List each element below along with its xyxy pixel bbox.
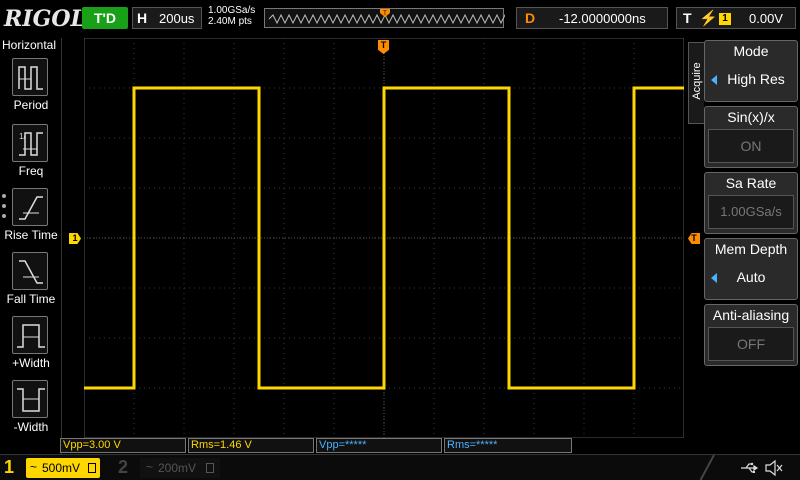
measure-rise-time-button[interactable]: Rise Time [0, 188, 62, 252]
bandwidth-limit-icon [88, 463, 96, 473]
measure-fall-time-button[interactable]: Fall Time [0, 252, 62, 316]
measurement-item[interactable]: Rms=***** [444, 438, 572, 453]
waveform-display[interactable] [84, 38, 684, 438]
ch2-settings-box[interactable]: ~ 200mV [140, 458, 220, 478]
fall-time-icon [12, 252, 48, 290]
delay-value: -12.0000000ns [559, 11, 646, 26]
speaker-muted-icon[interactable] [764, 459, 784, 477]
rising-edge-icon: ⚡ [699, 10, 718, 27]
ch2-number[interactable]: 2 [118, 457, 128, 478]
ch2-coupling-icon: ~ [146, 460, 154, 474]
timebase-value: 200us [159, 11, 195, 26]
anti-aliasing-value: OFF [708, 327, 794, 361]
rise-time-icon [12, 188, 48, 226]
trigger-level-marker[interactable]: T [688, 233, 700, 244]
acquire-menu-tab: Acquire [688, 42, 704, 124]
horizontal-timebase-box[interactable]: H 200us [132, 7, 202, 29]
freq-label: Freq [18, 164, 44, 178]
minus-width-label: -Width [13, 420, 49, 434]
trigger-level-value: 0.00V [749, 11, 783, 26]
anti-aliasing-button[interactable]: Anti-aliasing OFF [704, 304, 798, 366]
ch1-coupling-icon: ~ [30, 460, 38, 474]
ch1-scale: 500mV [42, 461, 81, 475]
plus-width-icon [12, 316, 48, 354]
waveform-graticule [84, 38, 684, 438]
trigger-label: T [683, 10, 692, 26]
acq-mode-value-text: High Res [727, 71, 785, 87]
sa-rate-value: 1.00GSa/s [708, 195, 794, 229]
bandwidth-limit-icon [206, 463, 214, 473]
ch1-offset-marker[interactable]: 1 [69, 233, 81, 244]
measure-freq-button[interactable]: 1/ Freq [0, 124, 62, 188]
select-arrow-icon [711, 75, 717, 85]
svg-text:T: T [383, 11, 387, 17]
ch1-number[interactable]: 1 [4, 457, 14, 478]
ch1-settings-box[interactable]: ~ 500mV [26, 458, 100, 478]
acq-mode-value: High Res [708, 63, 794, 97]
delay-box[interactable]: D -12.0000000ns [516, 7, 668, 29]
trigger-source-badge: 1 [719, 13, 731, 25]
mem-depth-title: Mem Depth [714, 241, 788, 257]
mem-depth-value: Auto [708, 261, 794, 295]
bar-divider-icon [700, 455, 715, 480]
minus-width-icon [12, 380, 48, 418]
trigger-status-badge: T'D [82, 7, 128, 29]
freq-icon: 1/ [12, 124, 48, 162]
delay-label: D [525, 10, 536, 26]
left-measure-menu: Horizontal Period 1/ Freq Rise Time Fall… [0, 38, 62, 458]
select-arrow-icon [711, 273, 717, 283]
sa-rate-title: Sa Rate [725, 175, 777, 191]
acquisition-info: 1.00GSa/s 2.40M pts [208, 5, 255, 27]
top-status-bar: RIGOL T'D H 200us 1.00GSa/s 2.40M pts T … [0, 0, 800, 38]
sinx-button[interactable]: Sin(x)/x ON [704, 106, 798, 168]
ch2-scale: 200mV [158, 461, 197, 475]
period-icon [12, 58, 48, 96]
memory-overview-strip: T [264, 8, 505, 28]
usb-icon [741, 462, 759, 473]
mem-depth-value-text: Auto [736, 269, 766, 285]
sinx-value: ON [708, 129, 794, 163]
horizontal-label: H [137, 10, 148, 26]
measurement-item[interactable]: Vpp=3.00 V [60, 438, 186, 453]
acq-mode-button[interactable]: Mode High Res [704, 40, 798, 102]
brand-logo: RIGOL [4, 6, 86, 32]
acquire-tab-label: Acquire [691, 62, 703, 100]
svg-text:1/: 1/ [19, 132, 26, 141]
anti-aliasing-title: Anti-aliasing [712, 307, 790, 323]
fall-time-label: Fall Time [6, 292, 56, 306]
measurement-bar: Vpp=3.00 V Rms=1.46 V Vpp=***** Rms=****… [60, 438, 700, 454]
measurement-item[interactable]: Rms=1.46 V [188, 438, 314, 453]
plus-width-label: +Width [12, 356, 50, 370]
measure-minus-width-button[interactable]: -Width [0, 380, 62, 444]
sample-rate: 1.00GSa/s [208, 5, 256, 16]
memory-points: 2.40M pts [208, 16, 252, 27]
measure-plus-width-button[interactable]: +Width [0, 316, 62, 380]
rise-time-label: Rise Time [4, 228, 58, 242]
trigger-box[interactable]: T ⚡ 1 0.00V [676, 7, 796, 29]
acq-mode-title: Mode [733, 43, 769, 59]
sa-rate-button[interactable]: Sa Rate 1.00GSa/s [704, 172, 798, 234]
sinx-title: Sin(x)/x [727, 109, 775, 125]
period-label: Period [13, 98, 49, 112]
mem-depth-button[interactable]: Mem Depth Auto [704, 238, 798, 300]
measurement-item[interactable]: Vpp=***** [316, 438, 442, 453]
left-menu-title: Horizontal [2, 38, 57, 52]
measure-period-button[interactable]: Period [0, 58, 62, 122]
channel-status-bar: 1 ~ 500mV 2 ~ 200mV [0, 454, 800, 480]
